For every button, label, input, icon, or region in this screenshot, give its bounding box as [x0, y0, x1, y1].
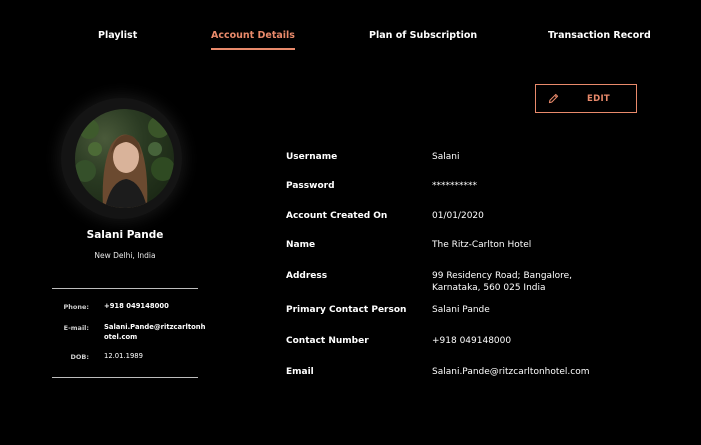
tab-label: Playlist: [98, 30, 138, 41]
profile-location: New Delhi, India: [94, 251, 156, 260]
detail-label-username: Username: [286, 152, 338, 162]
detail-label-contact-number: Contact Number: [286, 336, 369, 346]
detail-value-account-created: 01/01/2020: [432, 211, 484, 221]
avatar: [75, 109, 174, 208]
contact-email-value[interactable]: Salani.Pande@ritzcarltonh otel.com: [104, 322, 205, 342]
tab-plan-of-subscription[interactable]: Plan of Subscription: [369, 30, 477, 41]
tab-label: Transaction Record: [548, 30, 651, 41]
contact-email-line1: Salani.Pande@ritzcarltonh: [104, 323, 206, 331]
profile-name: Salani Pande: [86, 229, 164, 241]
detail-value-email[interactable]: Salani.Pande@ritzcarltonhotel.com: [432, 366, 590, 378]
detail-value-name: The Ritz-Carlton Hotel: [432, 240, 532, 250]
contact-email-label: E-mail:: [63, 324, 89, 332]
active-tab-underline: [211, 48, 295, 50]
detail-label-password: Password: [286, 181, 335, 191]
tab-label: Account Details: [211, 30, 295, 41]
contact-email-line2: otel.com: [104, 333, 138, 341]
detail-label-email: Email: [286, 367, 314, 377]
detail-value-primary-contact: Salani Pande: [432, 305, 490, 315]
profile-divider-top: [52, 288, 198, 289]
tab-account-details[interactable]: Account Details: [211, 30, 295, 50]
detail-value-address: 99 Residency Road; Bangalore, Karnataka,…: [432, 270, 572, 294]
tab-transaction-record[interactable]: Transaction Record: [548, 30, 651, 41]
detail-value-password: **********: [432, 181, 477, 191]
contact-phone-value: +918 049148000: [104, 302, 169, 310]
address-line1: 99 Residency Road; Bangalore,: [432, 271, 572, 281]
contact-dob-value: 12.01.1989: [104, 352, 143, 360]
pencil-icon: [548, 93, 559, 104]
detail-value-contact-number: +918 049148000: [432, 336, 512, 346]
contact-phone-label: Phone:: [63, 303, 90, 311]
address-line2: Karnataka, 560 025 India: [432, 283, 546, 293]
edit-button[interactable]: EDIT: [535, 84, 637, 113]
detail-value-username: Salani: [432, 152, 460, 162]
edit-button-label: EDIT: [587, 94, 611, 104]
detail-label-name: Name: [286, 240, 316, 250]
tab-playlist[interactable]: Playlist: [98, 30, 137, 41]
avatar-photo: [75, 116, 174, 208]
detail-label-account-created: Account Created On: [286, 211, 388, 221]
contact-dob-label: DOB:: [70, 353, 89, 361]
detail-label-primary-contact: Primary Contact Person: [286, 305, 407, 315]
detail-label-address: Address: [286, 271, 328, 281]
profile-divider-bottom: [52, 377, 198, 378]
tab-label: Plan of Subscription: [369, 30, 478, 41]
